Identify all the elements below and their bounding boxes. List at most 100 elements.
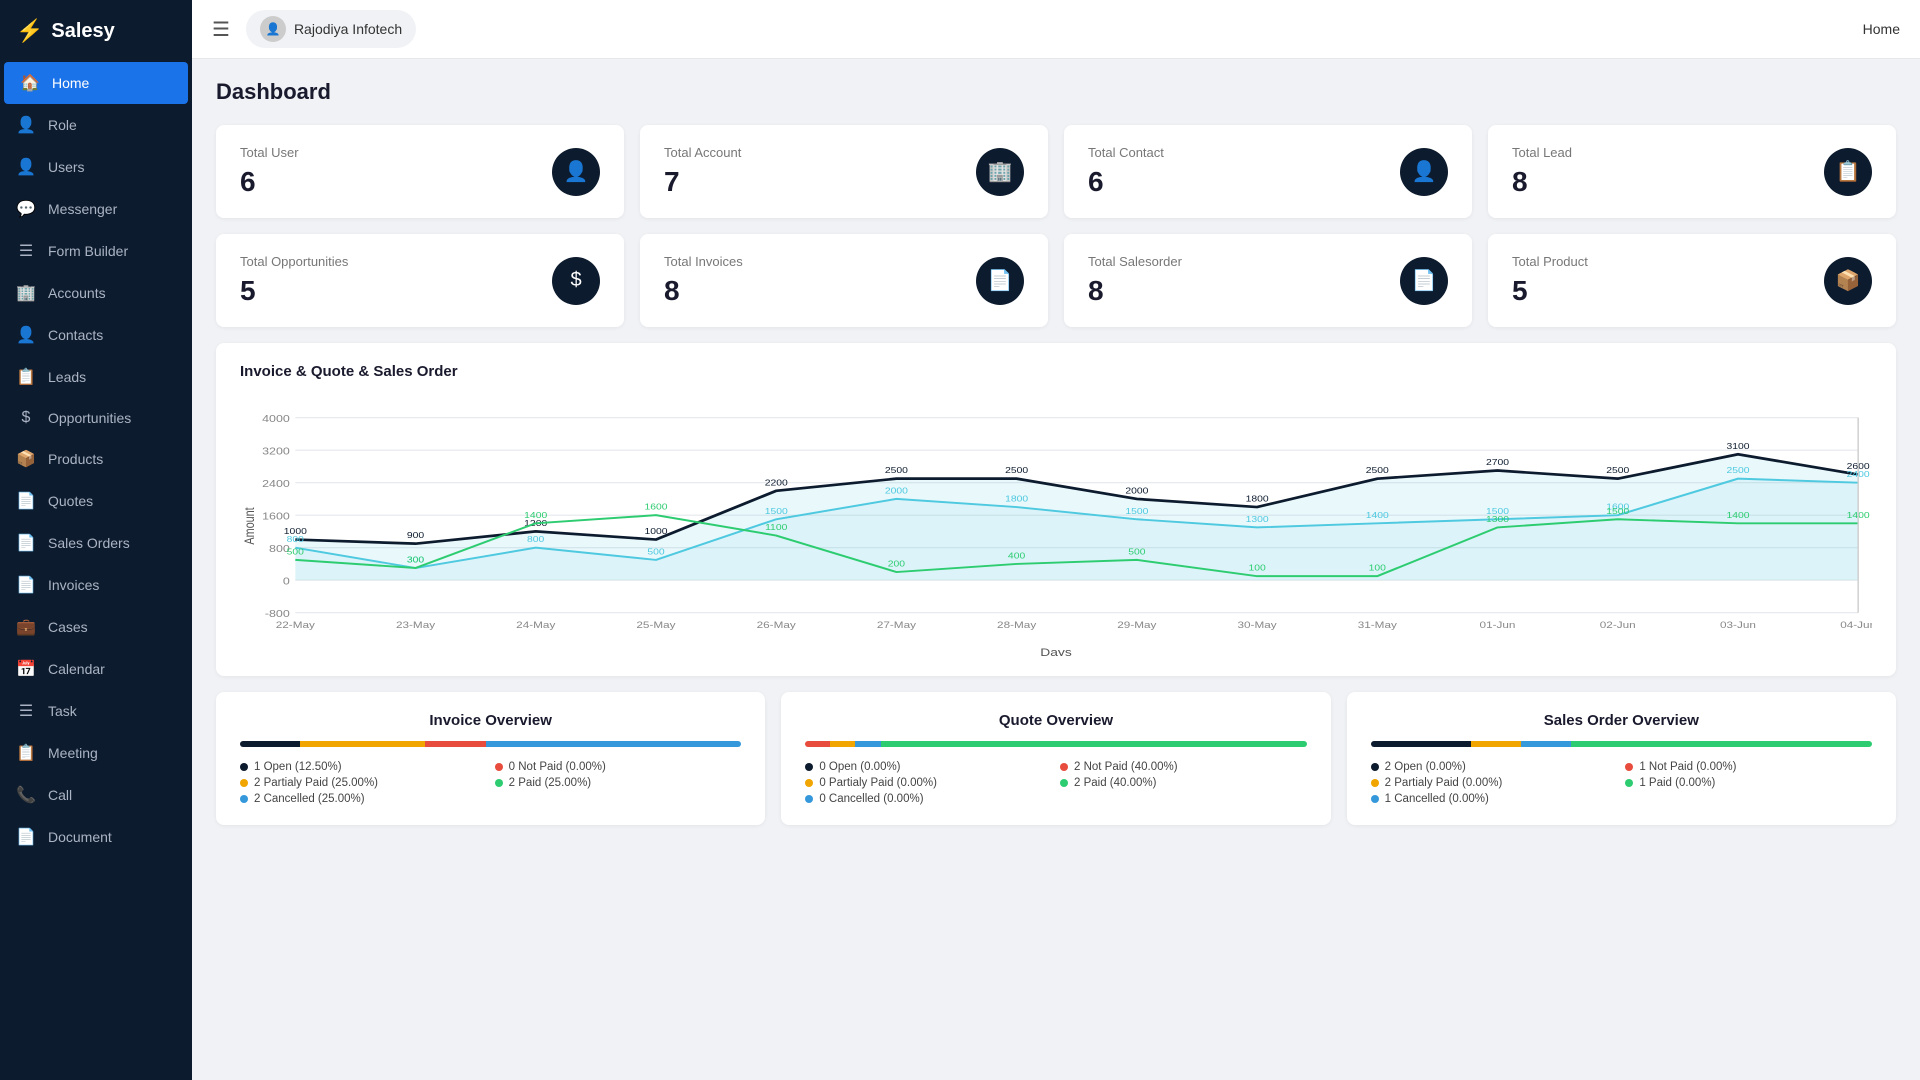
messenger-icon: 💬 xyxy=(16,199,36,219)
sidebar-item-leads[interactable]: 📋 Leads xyxy=(0,356,192,398)
sidebar-label-products: Products xyxy=(48,451,103,467)
svg-text:01-Jun: 01-Jun xyxy=(1480,620,1516,630)
sidebar-item-calendar[interactable]: 📅 Calendar xyxy=(0,648,192,690)
cases-icon: 💼 xyxy=(16,617,36,637)
app-name: Salesy xyxy=(51,20,114,43)
sidebar-item-quotes[interactable]: 📄 Quotes xyxy=(0,480,192,522)
legend-dot-1-0 xyxy=(805,763,813,771)
svg-text:500: 500 xyxy=(287,548,304,557)
legend-dot-1-1 xyxy=(1060,763,1068,771)
stats-grid-row1: Total User 6 👤 Total Account 7 🏢 Total C… xyxy=(216,125,1896,218)
svg-text:1300: 1300 xyxy=(1246,515,1269,524)
stat-info-2: Total Contact 6 xyxy=(1088,145,1164,198)
legend-label-1-2: 0 Partialy Paid (0.00%) xyxy=(819,777,937,789)
stat-label-1: Total Account xyxy=(664,145,741,160)
progress-segment-0-2 xyxy=(425,741,485,747)
stat-value-3: 8 xyxy=(1512,166,1572,198)
legend-label-2-4: 1 Cancelled (0.00%) xyxy=(1385,793,1489,805)
legend-dot-2-0 xyxy=(1371,763,1379,771)
svg-text:1500: 1500 xyxy=(1125,507,1148,516)
app-logo: ⚡ Salesy xyxy=(0,0,192,62)
sidebar-item-sales-orders[interactable]: 📄 Sales Orders xyxy=(0,522,192,564)
stats-grid-row2: Total Opportunities 5 $ Total Invoices 8… xyxy=(216,234,1896,327)
header-home-link[interactable]: Home xyxy=(1863,21,1900,37)
svg-text:900: 900 xyxy=(407,531,424,540)
svg-text:1400: 1400 xyxy=(524,511,547,520)
svg-text:27-May: 27-May xyxy=(877,620,917,630)
stat-card-1: Total Account 7 🏢 xyxy=(640,125,1048,218)
svg-text:04-Jun: 04-Jun xyxy=(1840,620,1872,630)
stat-icon-0: 👤 xyxy=(552,148,600,196)
svg-text:800: 800 xyxy=(287,535,304,544)
sidebar-item-accounts[interactable]: 🏢 Accounts xyxy=(0,272,192,314)
legend-dot-0-1 xyxy=(495,763,503,771)
svg-text:400: 400 xyxy=(1008,552,1025,561)
overview-title-2: Sales Order Overview xyxy=(1371,712,1872,729)
svg-text:1300: 1300 xyxy=(1486,515,1509,524)
sidebar-item-cases[interactable]: 💼 Cases xyxy=(0,606,192,648)
sidebar-item-task[interactable]: ☰ Task xyxy=(0,690,192,732)
svg-text:2500: 2500 xyxy=(1606,466,1629,475)
sidebar-item-home[interactable]: 🏠 Home xyxy=(4,62,188,104)
sidebar-item-contacts[interactable]: 👤 Contacts xyxy=(0,314,192,356)
page-title: Dashboard xyxy=(216,79,1896,105)
svg-text:2000: 2000 xyxy=(885,487,908,496)
sidebar-item-users[interactable]: 👤 Users xyxy=(0,146,192,188)
legend-item-0-0: 1 Open (12.50%) xyxy=(240,761,487,773)
progress-bar-2 xyxy=(1371,741,1872,747)
stat-value-1: 7 xyxy=(664,166,741,198)
legend-label-0-3: 2 Paid (25.00%) xyxy=(509,777,591,789)
stat-icon-3: 📋 xyxy=(1824,148,1872,196)
sidebar-item-document[interactable]: 📄 Document xyxy=(0,816,192,858)
sidebar-item-form-builder[interactable]: ☰ Form Builder xyxy=(0,230,192,272)
legend-item-2-1: 1 Not Paid (0.00%) xyxy=(1625,761,1872,773)
sidebar-item-invoices[interactable]: 📄 Invoices xyxy=(0,564,192,606)
stat-value-7: 5 xyxy=(1512,275,1588,307)
legend-label-1-3: 2 Paid (40.00%) xyxy=(1074,777,1156,789)
sidebar-label-call: Call xyxy=(48,787,72,803)
stat-value-4: 5 xyxy=(240,275,348,307)
sidebar-item-products[interactable]: 📦 Products xyxy=(0,438,192,480)
stat-icon-6: 📄 xyxy=(1400,257,1448,305)
form-builder-icon: ☰ xyxy=(16,241,36,261)
sidebar-label-form-builder: Form Builder xyxy=(48,243,128,259)
calendar-icon: 📅 xyxy=(16,659,36,679)
stat-icon-1: 🏢 xyxy=(976,148,1024,196)
svg-text:1500: 1500 xyxy=(1606,507,1629,516)
opportunities-icon: $ xyxy=(16,409,36,427)
svg-text:1000: 1000 xyxy=(645,527,668,536)
svg-text:1100: 1100 xyxy=(765,523,787,532)
sidebar-item-meeting[interactable]: 📋 Meeting xyxy=(0,732,192,774)
sidebar-item-messenger[interactable]: 💬 Messenger xyxy=(0,188,192,230)
stat-value-5: 8 xyxy=(664,275,743,307)
svg-text:1600: 1600 xyxy=(645,503,668,512)
sales-orders-icon: 📄 xyxy=(16,533,36,553)
sidebar-item-opportunities[interactable]: $ Opportunities xyxy=(0,398,192,438)
stat-card-4: Total Opportunities 5 $ xyxy=(216,234,624,327)
svg-text:1400: 1400 xyxy=(1726,511,1749,520)
svg-text:29-May: 29-May xyxy=(1117,620,1157,630)
meeting-icon: 📋 xyxy=(16,743,36,763)
svg-text:800: 800 xyxy=(527,535,544,544)
user-badge[interactable]: 👤 Rajodiya Infotech xyxy=(246,10,416,48)
sidebar-item-role[interactable]: 👤 Role xyxy=(0,104,192,146)
sidebar-label-contacts: Contacts xyxy=(48,327,103,343)
stat-card-7: Total Product 5 📦 xyxy=(1488,234,1896,327)
role-icon: 👤 xyxy=(16,115,36,135)
user-name: Rajodiya Infotech xyxy=(294,21,402,37)
sidebar-item-call[interactable]: 📞 Call xyxy=(0,774,192,816)
svg-text:1500: 1500 xyxy=(765,507,788,516)
stat-info-4: Total Opportunities 5 xyxy=(240,254,348,307)
hamburger-button[interactable]: ☰ xyxy=(212,17,230,42)
svg-text:1800: 1800 xyxy=(1246,495,1269,504)
sidebar-label-meeting: Meeting xyxy=(48,745,98,761)
legend-dot-0-3 xyxy=(495,779,503,787)
svg-text:1600: 1600 xyxy=(262,512,290,522)
progress-segment-1-1 xyxy=(830,741,855,747)
legend-dot-0-0 xyxy=(240,763,248,771)
stat-label-0: Total User xyxy=(240,145,299,160)
stat-icon-5: 📄 xyxy=(976,257,1024,305)
header-left: ☰ 👤 Rajodiya Infotech xyxy=(212,10,416,48)
sidebar-label-quotes: Quotes xyxy=(48,493,93,509)
legend-item-0-4: 2 Cancelled (25.00%) xyxy=(240,793,487,805)
